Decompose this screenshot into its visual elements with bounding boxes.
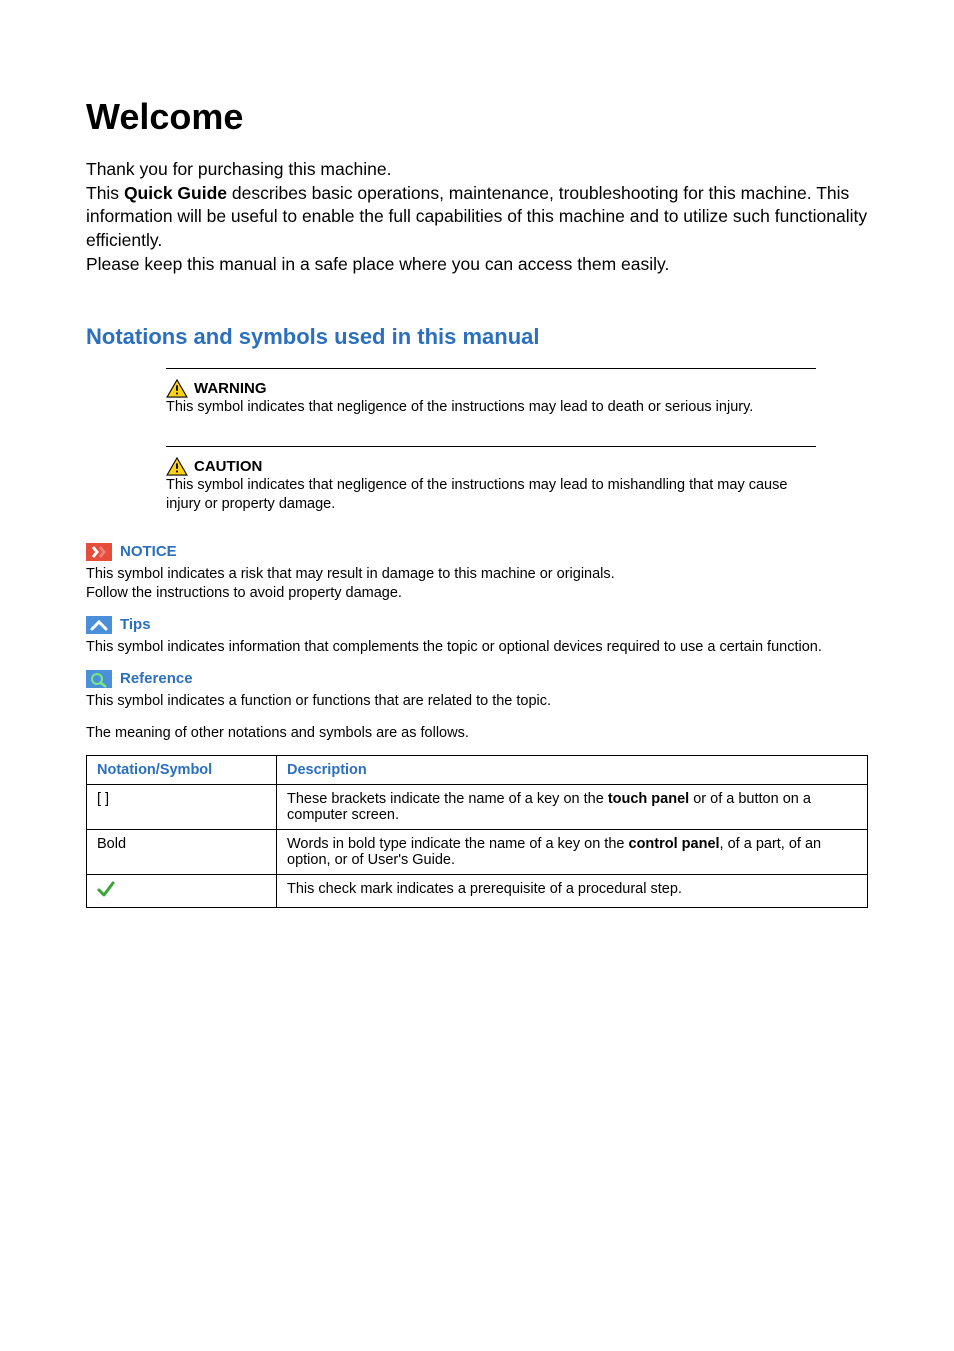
warning-desc: This symbol indicates that negligence of… xyxy=(166,398,816,418)
reference-desc: This symbol indicates a function or func… xyxy=(86,692,868,712)
reference-label: Reference xyxy=(120,670,193,687)
table-row: This check mark indicates a prerequisite… xyxy=(87,875,868,908)
cell-bold-desc: Words in bold type indicate the name of … xyxy=(277,830,868,875)
r1a: These brackets indicate the name of a ke… xyxy=(287,791,608,807)
notice-desc1: This symbol indicates a risk that may re… xyxy=(86,566,615,582)
control-panel-bold: control panel xyxy=(629,836,720,852)
warning-block: WARNING This symbol indicates that negli… xyxy=(166,368,816,418)
intro-line1: Thank you for purchasing this machine. xyxy=(86,159,391,179)
section-heading: Notations and symbols used in this manua… xyxy=(86,324,868,350)
notice-desc2: Follow the instructions to avoid propert… xyxy=(86,585,402,601)
intro-paragraph: Thank you for purchasing this machine. T… xyxy=(86,158,868,276)
caution-icon xyxy=(166,457,188,476)
header-description: Description xyxy=(277,756,868,785)
check-icon xyxy=(97,881,115,897)
notice-icon xyxy=(86,543,112,561)
cell-check-desc: This check mark indicates a prerequisite… xyxy=(277,875,868,908)
quick-guide-bold: Quick Guide xyxy=(124,183,227,203)
divider xyxy=(166,368,816,369)
divider xyxy=(166,446,816,447)
cell-brackets-desc: These brackets indicate the name of a ke… xyxy=(277,785,868,830)
cell-brackets-symbol: [ ] xyxy=(87,785,277,830)
caution-label: CAUTION xyxy=(194,458,262,475)
caution-block: CAUTION This symbol indicates that negli… xyxy=(166,446,816,515)
r2a: Words in bold type indicate the name of … xyxy=(287,836,629,852)
notice-section: NOTICE This symbol indicates a risk that… xyxy=(86,543,868,604)
tips-icon xyxy=(86,616,112,634)
warning-icon xyxy=(166,379,188,398)
notation-table: Notation/Symbol Description [ ] These br… xyxy=(86,755,868,908)
cell-check-symbol xyxy=(87,875,277,908)
meaning-line: The meaning of other notations and symbo… xyxy=(86,725,868,741)
tips-section: Tips This symbol indicates information t… xyxy=(86,616,868,658)
caution-desc: This symbol indicates that negligence of… xyxy=(166,476,816,515)
cell-bold-symbol: Bold xyxy=(87,830,277,875)
notice-desc: This symbol indicates a risk that may re… xyxy=(86,565,868,604)
table-row: Bold Words in bold type indicate the nam… xyxy=(87,830,868,875)
intro-line2a: This xyxy=(86,183,124,203)
table-row: [ ] These brackets indicate the name of … xyxy=(87,785,868,830)
touch-panel-bold: touch panel xyxy=(608,791,689,807)
table-header-row: Notation/Symbol Description xyxy=(87,756,868,785)
warning-label: WARNING xyxy=(194,380,267,397)
notice-label: NOTICE xyxy=(120,543,177,560)
reference-section: Reference This symbol indicates a functi… xyxy=(86,670,868,712)
tips-desc: This symbol indicates information that c… xyxy=(86,638,868,658)
header-notation-symbol: Notation/Symbol xyxy=(87,756,277,785)
tips-label: Tips xyxy=(120,616,151,633)
reference-icon xyxy=(86,670,112,688)
page-title: Welcome xyxy=(86,96,868,138)
intro-line3: Please keep this manual in a safe place … xyxy=(86,254,669,274)
